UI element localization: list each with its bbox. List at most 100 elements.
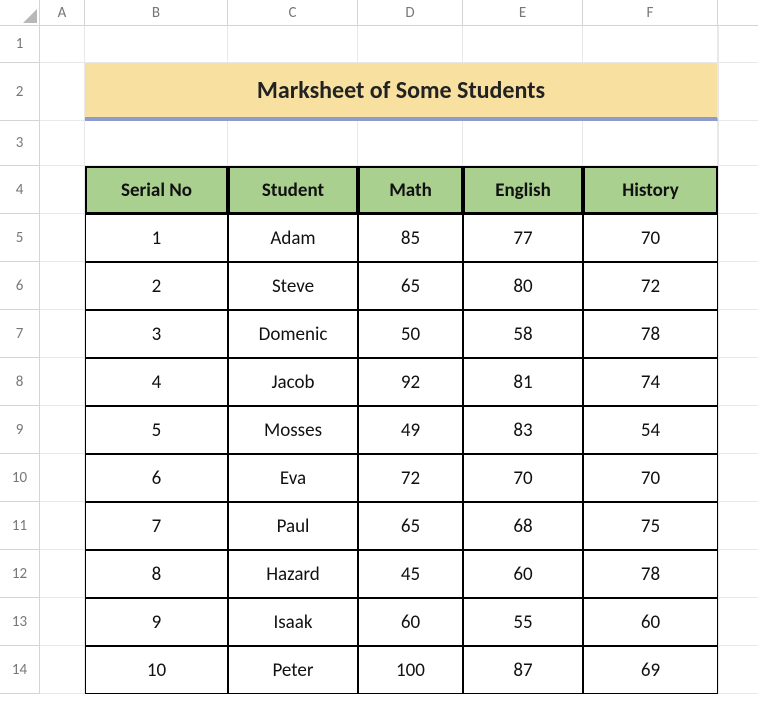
table-cell-r0-c4[interactable]: 70 (583, 214, 718, 262)
row-header-6[interactable]: 6 (0, 262, 40, 310)
table-cell-r7-c3[interactable]: 60 (463, 550, 583, 598)
cell-A1[interactable] (40, 26, 85, 63)
table-cell-r4-c4[interactable]: 54 (583, 406, 718, 454)
table-cell-r3-c1[interactable]: Jacob (228, 358, 358, 406)
table-cell-r1-c4[interactable]: 72 (583, 262, 718, 310)
cell-B3[interactable] (85, 121, 228, 166)
table-cell-r7-c1[interactable]: Hazard (228, 550, 358, 598)
table-cell-r9-c2[interactable]: 100 (358, 646, 463, 694)
row-header-3[interactable]: 3 (0, 121, 40, 166)
cell-A8[interactable] (40, 358, 85, 406)
cell-F3[interactable] (583, 121, 718, 166)
table-cell-r1-c0[interactable]: 2 (85, 262, 228, 310)
column-header-C[interactable]: C (228, 0, 358, 26)
table-cell-r7-c2[interactable]: 45 (358, 550, 463, 598)
table-cell-r7-c4[interactable]: 78 (583, 550, 718, 598)
table-cell-r8-c1[interactable]: Isaak (228, 598, 358, 646)
cell-C3[interactable] (228, 121, 358, 166)
table-cell-r9-c1[interactable]: Peter (228, 646, 358, 694)
cell-stub-12[interactable] (718, 550, 758, 598)
row-header-10[interactable]: 10 (0, 454, 40, 502)
table-header-0[interactable]: Serial No (85, 166, 228, 214)
table-cell-r0-c2[interactable]: 85 (358, 214, 463, 262)
table-cell-r7-c0[interactable]: 8 (85, 550, 228, 598)
row-header-1[interactable]: 1 (0, 26, 40, 63)
select-all-corner[interactable] (0, 0, 40, 26)
table-cell-r6-c3[interactable]: 68 (463, 502, 583, 550)
column-header-F[interactable]: F (583, 0, 718, 26)
table-cell-r8-c0[interactable]: 9 (85, 598, 228, 646)
table-cell-r2-c2[interactable]: 50 (358, 310, 463, 358)
table-cell-r2-c4[interactable]: 78 (583, 310, 718, 358)
row-header-2[interactable]: 2 (0, 63, 40, 121)
table-cell-r3-c3[interactable]: 81 (463, 358, 583, 406)
title-cell[interactable]: Marksheet of Some Students (85, 63, 718, 121)
cell-D3[interactable] (358, 121, 463, 166)
table-cell-r8-c4[interactable]: 60 (583, 598, 718, 646)
spreadsheet-grid[interactable]: ABCDEF12Marksheet of Some Students34Seri… (0, 0, 767, 694)
row-header-11[interactable]: 11 (0, 502, 40, 550)
column-header-A[interactable]: A (40, 0, 85, 26)
table-cell-r8-c3[interactable]: 55 (463, 598, 583, 646)
table-cell-r4-c0[interactable]: 5 (85, 406, 228, 454)
row-header-8[interactable]: 8 (0, 358, 40, 406)
cell-stub-3[interactable] (718, 121, 758, 166)
table-cell-r8-c2[interactable]: 60 (358, 598, 463, 646)
table-cell-r6-c2[interactable]: 65 (358, 502, 463, 550)
table-cell-r6-c0[interactable]: 7 (85, 502, 228, 550)
table-cell-r3-c4[interactable]: 74 (583, 358, 718, 406)
cell-A12[interactable] (40, 550, 85, 598)
table-cell-r9-c3[interactable]: 87 (463, 646, 583, 694)
table-cell-r4-c1[interactable]: Mosses (228, 406, 358, 454)
cell-A11[interactable] (40, 502, 85, 550)
table-cell-r1-c3[interactable]: 80 (463, 262, 583, 310)
cell-A7[interactable] (40, 310, 85, 358)
column-header-D[interactable]: D (358, 0, 463, 26)
row-header-13[interactable]: 13 (0, 598, 40, 646)
table-cell-r1-c2[interactable]: 65 (358, 262, 463, 310)
row-header-9[interactable]: 9 (0, 406, 40, 454)
row-header-12[interactable]: 12 (0, 550, 40, 598)
cell-E3[interactable] (463, 121, 583, 166)
table-header-2[interactable]: Math (358, 166, 463, 214)
table-cell-r3-c0[interactable]: 4 (85, 358, 228, 406)
table-cell-r0-c3[interactable]: 77 (463, 214, 583, 262)
table-cell-r4-c3[interactable]: 83 (463, 406, 583, 454)
cell-A14[interactable] (40, 646, 85, 694)
table-cell-r6-c1[interactable]: Paul (228, 502, 358, 550)
cell-stub-13[interactable] (718, 598, 758, 646)
column-header-stub[interactable] (718, 0, 758, 26)
table-cell-r6-c4[interactable]: 75 (583, 502, 718, 550)
table-cell-r3-c2[interactable]: 92 (358, 358, 463, 406)
cell-A10[interactable] (40, 454, 85, 502)
table-cell-r2-c0[interactable]: 3 (85, 310, 228, 358)
table-cell-r2-c3[interactable]: 58 (463, 310, 583, 358)
table-cell-r0-c0[interactable]: 1 (85, 214, 228, 262)
cell-stub-11[interactable] (718, 502, 758, 550)
table-header-1[interactable]: Student (228, 166, 358, 214)
cell-E1[interactable] (463, 26, 583, 63)
table-header-3[interactable]: English (463, 166, 583, 214)
row-header-4[interactable]: 4 (0, 166, 40, 214)
cell-stub-5[interactable] (718, 214, 758, 262)
cell-stub-4[interactable] (718, 166, 758, 214)
cell-F1[interactable] (583, 26, 718, 63)
cell-B1[interactable] (85, 26, 228, 63)
cell-A3[interactable] (40, 121, 85, 166)
cell-A6[interactable] (40, 262, 85, 310)
cell-C1[interactable] (228, 26, 358, 63)
row-header-7[interactable]: 7 (0, 310, 40, 358)
table-cell-r2-c1[interactable]: Domenic (228, 310, 358, 358)
cell-A2[interactable] (40, 63, 85, 121)
cell-A5[interactable] (40, 214, 85, 262)
cell-stub-2[interactable] (718, 63, 758, 121)
table-cell-r9-c0[interactable]: 10 (85, 646, 228, 694)
cell-D1[interactable] (358, 26, 463, 63)
table-cell-r1-c1[interactable]: Steve (228, 262, 358, 310)
row-header-14[interactable]: 14 (0, 646, 40, 694)
table-cell-r5-c1[interactable]: Eva (228, 454, 358, 502)
table-cell-r5-c2[interactable]: 72 (358, 454, 463, 502)
table-cell-r4-c2[interactable]: 49 (358, 406, 463, 454)
cell-stub-7[interactable] (718, 310, 758, 358)
cell-A13[interactable] (40, 598, 85, 646)
